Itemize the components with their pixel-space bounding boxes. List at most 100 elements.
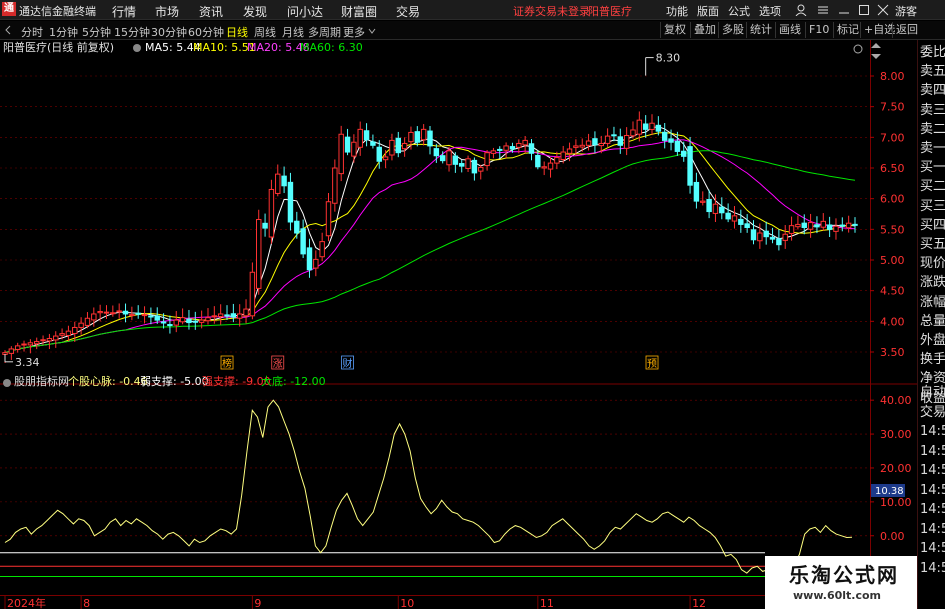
title-bar: 通 通达信金融终端 行情 市场 资讯 发现 问小达 财富圈 交易 证券交易未登录… [0,0,945,20]
menu-icon[interactable] [817,4,829,16]
candle-body [179,317,186,323]
menu-wealth[interactable]: 财富圈 [341,3,377,20]
candle-body [503,145,509,151]
menu-quotes[interactable]: 行情 [112,3,136,20]
candle-body [560,151,566,161]
candle-body [668,138,674,143]
close-icon[interactable] [877,4,889,16]
candle-body [211,315,218,318]
candle-body [122,310,129,315]
menu-ask[interactable]: 问小达 [287,3,323,20]
candle-body [103,311,110,314]
stock-name: 阳普医疗 [588,5,632,18]
candle-body [642,123,649,130]
settings-icon[interactable] [853,44,863,54]
high-price-label: 8.30 [656,52,681,65]
candle-body [617,136,624,146]
period-timeshare[interactable]: 分时 [21,24,43,40]
candle-body [497,148,503,151]
side-panel-label: 卖五 [920,64,945,80]
event-marker-label: 涨 [273,358,283,370]
indicator-axis: 0.00 10.00 20.00 30.00 40.00 [870,394,912,543]
period-15min[interactable]: 15分钟 [114,24,150,40]
candle-body [65,330,72,336]
candle-body [719,206,725,214]
candle-body [807,222,814,230]
chevron-down-icon[interactable] [368,27,376,35]
menu-discover[interactable]: 发现 [243,3,267,20]
maximize-icon[interactable] [858,4,870,16]
candle-body [389,139,395,156]
expand-down-icon[interactable] [871,54,881,59]
candle-body [249,271,256,317]
toggle-icon[interactable] [133,44,141,52]
candle-body [814,224,820,228]
side-panel-label: 买五 [920,237,945,252]
watermark-title: 乐淘公式网 [789,563,899,587]
period-60min[interactable]: 60分钟 [188,24,224,40]
statistics-button[interactable]: 统计 [746,22,772,38]
candle-body [97,311,103,314]
menu-formula[interactable]: 公式 [728,3,750,19]
event-marker-label: 榜 [222,357,232,370]
period-30min[interactable]: 30分钟 [151,24,187,40]
menu-market[interactable]: 市场 [155,3,179,20]
candle-body [78,322,84,328]
menu-news[interactable]: 资讯 [199,3,223,20]
side-panel-label: 交易 [920,404,945,420]
collapse-up-icon[interactable] [871,43,881,48]
candle-body [687,146,693,186]
candle-body [46,338,53,342]
candle-body [706,199,712,213]
candle-body [275,173,281,194]
candle-body [458,163,465,167]
time-axis-label: 8 [83,597,90,609]
f10-button[interactable]: F10 [805,22,829,38]
menu-function[interactable]: 功能 [666,3,688,19]
mark-button[interactable]: 标记 [833,22,859,38]
candle-body [757,232,763,242]
candle-body [509,146,516,150]
add-watchlist-button[interactable]: +自选 [860,22,895,38]
multi-stock-button[interactable]: 多股 [718,22,744,38]
candle-body [446,150,452,166]
chart-canvas[interactable]: 阳普医疗(日线 前复权) MA5: 5.44 MA10: 5.51 MA20: … [0,40,917,609]
indicator-toggle-icon[interactable] [3,379,11,387]
candle-body [833,225,839,232]
candle-body [738,218,744,225]
candle-body [744,223,750,228]
price-tick-label: 7.00 [880,131,905,144]
minimize-icon[interactable] [838,4,850,16]
draw-line-button[interactable]: 画线 [775,22,801,38]
user-icon[interactable] [795,4,807,16]
period-more[interactable]: 更多 [343,24,365,40]
candle-body [110,312,116,315]
price-tick-label: 4.50 [880,285,905,298]
collapse-icon[interactable] [3,25,13,35]
side-panel-label: 14:56 [920,443,945,459]
indicator-tick-label: 30.00 [880,428,912,441]
low-price-label: 3.34 [15,356,40,369]
period-weekly[interactable]: 周线 [254,24,276,40]
candle-body [167,324,173,327]
guest-label[interactable]: 游客 [895,3,917,19]
menu-layout[interactable]: 版面 [697,3,719,19]
candle-body [135,312,141,315]
support-lines [0,552,765,577]
login-notice[interactable]: 证券交易未登录 [513,3,590,19]
candle-body [592,138,598,146]
period-daily[interactable]: 日线 [226,24,248,40]
candle-body [427,130,433,147]
period-1min[interactable]: 1分钟 [49,24,78,40]
period-multi[interactable]: 多周期 [308,24,341,40]
overlay-button[interactable]: 叠加 [690,22,716,38]
menu-options[interactable]: 选项 [759,3,781,19]
candle-body [649,122,655,130]
candle-body [693,181,700,202]
period-monthly[interactable]: 月线 [282,24,304,40]
period-5min[interactable]: 5分钟 [82,24,111,40]
back-button[interactable]: 返回 [892,22,918,38]
restore-right-button[interactable]: 复权 [660,22,686,38]
candle-body [325,201,332,237]
menu-trade[interactable]: 交易 [396,3,420,20]
